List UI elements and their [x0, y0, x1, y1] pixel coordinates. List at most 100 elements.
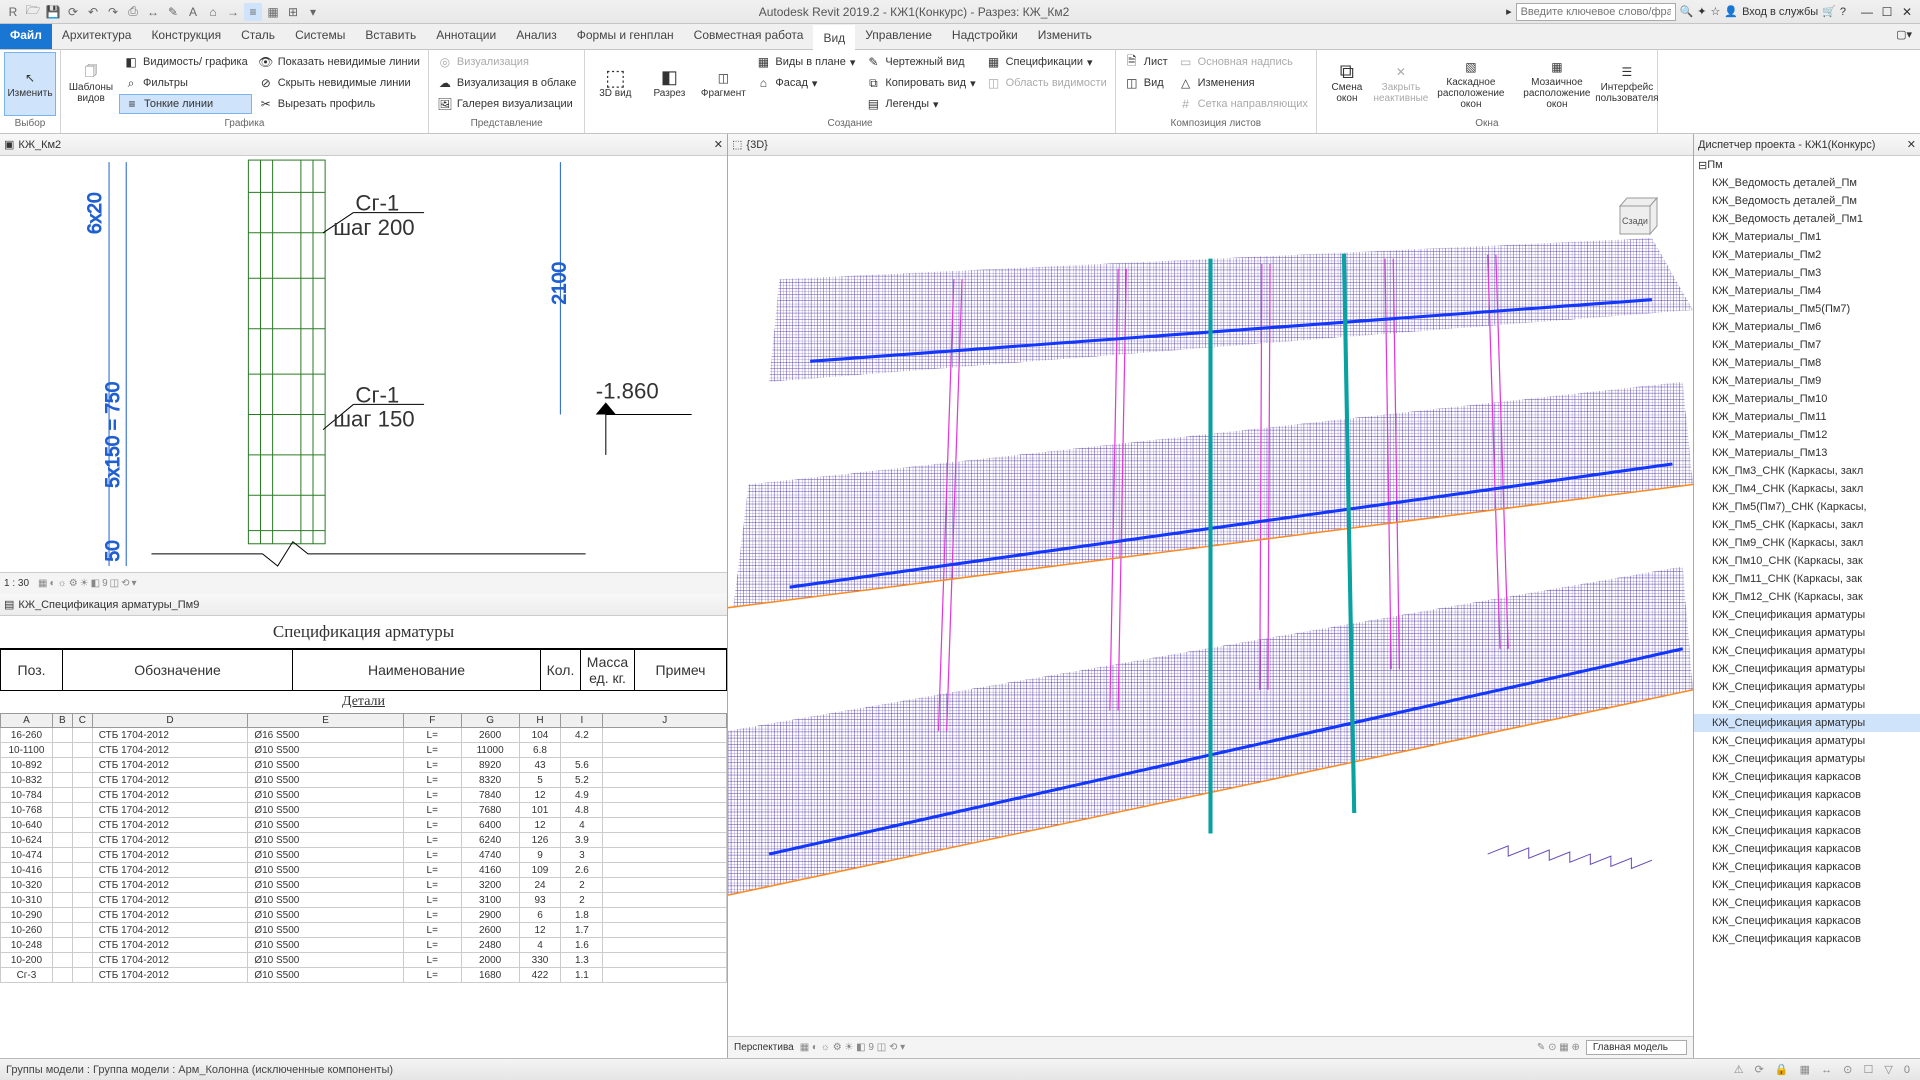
- col-D[interactable]: D: [92, 714, 248, 728]
- tab-аннотации[interactable]: Аннотации: [426, 24, 506, 49]
- table-row[interactable]: 10-474СТБ 1704-2012Ø10 S500L=474093: [1, 848, 727, 863]
- duplicate-view-button[interactable]: ⧉Копировать вид ▾: [861, 73, 979, 93]
- tree-node[interactable]: КЖ_Ведомость деталей_Пм: [1694, 174, 1920, 192]
- switch-icon[interactable]: ⊞: [284, 3, 302, 21]
- modify-button[interactable]: ↖Изменить: [4, 52, 56, 116]
- tree-node[interactable]: КЖ_Пм4_СНК (Каркасы, закл: [1694, 480, 1920, 498]
- col-A[interactable]: A: [1, 714, 53, 728]
- table-row[interactable]: 10-416СТБ 1704-2012Ø10 S500L=41601092.6: [1, 863, 727, 878]
- tree-node[interactable]: КЖ_Материалы_Пм6: [1694, 318, 1920, 336]
- tree-node[interactable]: КЖ_Спецификация арматуры: [1694, 696, 1920, 714]
- show-hidden-button[interactable]: 👁Показать невидимые линии: [254, 52, 424, 72]
- col-C[interactable]: C: [72, 714, 92, 728]
- tree-node[interactable]: КЖ_Материалы_Пм7: [1694, 336, 1920, 354]
- project-browser-tree[interactable]: ⊟ Пм КЖ_Ведомость деталей_Пм КЖ_Ведомость…: [1694, 156, 1920, 1058]
- table-row[interactable]: 10-640СТБ 1704-2012Ø10 S500L=6400124: [1, 818, 727, 833]
- tree-node[interactable]: КЖ_Спецификация арматуры: [1694, 732, 1920, 750]
- open-icon[interactable]: 🗁: [24, 3, 42, 21]
- tree-node[interactable]: КЖ_Материалы_Пм1: [1694, 228, 1920, 246]
- qat-dropdown-icon[interactable]: ▾: [304, 3, 322, 21]
- tab-анализ[interactable]: Анализ: [506, 24, 567, 49]
- sync-icon[interactable]: ⟳: [64, 3, 82, 21]
- tree-node[interactable]: КЖ_Материалы_Пм10: [1694, 390, 1920, 408]
- save-icon[interactable]: 💾: [44, 3, 62, 21]
- comm-icon[interactable]: ✦: [1697, 5, 1706, 18]
- home-icon[interactable]: ⌂: [204, 3, 222, 21]
- tree-node[interactable]: КЖ_Материалы_Пм5(Пм7): [1694, 300, 1920, 318]
- close-button[interactable]: ✕: [1898, 3, 1916, 21]
- drafting-view-button[interactable]: ✎Чертежный вид: [861, 52, 979, 72]
- tree-node[interactable]: КЖ_Ведомость деталей_Пм1: [1694, 210, 1920, 228]
- table-row[interactable]: 10-290СТБ 1704-2012Ø10 S500L=290061.8: [1, 908, 727, 923]
- tab-вставить[interactable]: Вставить: [355, 24, 426, 49]
- table-row[interactable]: 10-892СТБ 1704-2012Ø10 S500L=8920435.6: [1, 758, 727, 773]
- infocenter-arrow-icon[interactable]: ▸: [1506, 5, 1512, 18]
- browser-close-icon[interactable]: ✕: [1907, 138, 1916, 151]
- tree-node[interactable]: КЖ_Пм5_СНК (Каркасы, закл: [1694, 516, 1920, 534]
- cascade-button[interactable]: ▧Каскадное расположение окон: [1429, 52, 1513, 116]
- arrow-icon[interactable]: →: [224, 3, 242, 21]
- tab-архитектура[interactable]: Архитектура: [52, 24, 142, 49]
- tree-node[interactable]: КЖ_Пм11_СНК (Каркасы, зак: [1694, 570, 1920, 588]
- view-templates-button[interactable]: 🗍Шаблоны видов: [65, 52, 117, 116]
- tab-конструкция[interactable]: Конструкция: [141, 24, 231, 49]
- table-row[interactable]: 10-768СТБ 1704-2012Ø10 S500L=76801014.8: [1, 803, 727, 818]
- switch-windows-button[interactable]: ⧉Смена окон: [1321, 52, 1373, 116]
- minimize-button[interactable]: —: [1858, 3, 1876, 21]
- table-row[interactable]: Сг-3СТБ 1704-2012Ø10 S500L=16804221.1: [1, 968, 727, 983]
- tree-node[interactable]: КЖ_Пм12_СНК (Каркасы, зак: [1694, 588, 1920, 606]
- section-close-icon[interactable]: ✕: [714, 138, 723, 151]
- section-button[interactable]: ◧Разрез: [643, 52, 695, 116]
- vg-button[interactable]: ◧Видимость/ графика: [119, 52, 252, 72]
- tree-node[interactable]: КЖ_Спецификация каркасов: [1694, 768, 1920, 786]
- tree-node[interactable]: КЖ_Пм9_СНК (Каркасы, закл: [1694, 534, 1920, 552]
- table-row[interactable]: 10-320СТБ 1704-2012Ø10 S500L=3200242: [1, 878, 727, 893]
- sheet-button[interactable]: 🗎Лист: [1120, 52, 1172, 72]
- measure-icon[interactable]: ↔: [144, 3, 162, 21]
- tree-node[interactable]: КЖ_Спецификация каркасов: [1694, 786, 1920, 804]
- tree-node[interactable]: КЖ_Спецификация каркасов: [1694, 840, 1920, 858]
- table-row[interactable]: 10-784СТБ 1704-2012Ø10 S500L=7840124.9: [1, 788, 727, 803]
- tree-node[interactable]: КЖ_Пм3_СНК (Каркасы, закл: [1694, 462, 1920, 480]
- render-gallery-button[interactable]: 🖼Галерея визуализации: [433, 94, 581, 114]
- tab-изменить[interactable]: Изменить: [1028, 24, 1102, 49]
- hide-hidden-button[interactable]: ⊘Скрыть невидимые линии: [254, 73, 424, 93]
- undo-icon[interactable]: ↶: [84, 3, 102, 21]
- tree-node[interactable]: КЖ_Материалы_Пм3: [1694, 264, 1920, 282]
- tree-node[interactable]: КЖ_Спецификация арматуры: [1694, 678, 1920, 696]
- tree-node[interactable]: КЖ_Материалы_Пм2: [1694, 246, 1920, 264]
- render-cloud-button[interactable]: ☁Визуализация в облаке: [433, 73, 581, 93]
- plan-views-button[interactable]: ▦Виды в плане ▾: [751, 52, 859, 72]
- 3d-control-icons[interactable]: ▦ ◐ ☼ ⚙ ☀ ◧ 9 ◫ ⟲ ▾: [800, 1042, 905, 1053]
- table-row[interactable]: 10-624СТБ 1704-2012Ø10 S500L=62401263.9: [1, 833, 727, 848]
- tree-node[interactable]: КЖ_Спецификация каркасов: [1694, 930, 1920, 948]
- worksharing-icons[interactable]: ✎ ⊙ ▦ ⊕: [1537, 1042, 1580, 1053]
- col-I[interactable]: I: [561, 714, 603, 728]
- tree-node[interactable]: КЖ_Спецификация арматуры: [1694, 624, 1920, 642]
- 3d-view-button[interactable]: ⬚3D вид: [589, 52, 641, 116]
- tree-node[interactable]: КЖ_Спецификация каркасов: [1694, 804, 1920, 822]
- col-H[interactable]: H: [519, 714, 561, 728]
- tab-вид[interactable]: Вид: [813, 25, 855, 50]
- tree-node[interactable]: КЖ_Материалы_Пм8: [1694, 354, 1920, 372]
- tree-node[interactable]: КЖ_Спецификация каркасов: [1694, 894, 1920, 912]
- status-icons[interactable]: ⚠ ⟳ 🔒 ▦ ↔ ⊙ ☐ ▽ 0: [1734, 1063, 1914, 1076]
- tree-node-root[interactable]: ⊟ Пм: [1694, 156, 1920, 174]
- tree-node[interactable]: КЖ_Спецификация каркасов: [1694, 822, 1920, 840]
- tab-сталь[interactable]: Сталь: [231, 24, 285, 49]
- tab-надстройки[interactable]: Надстройки: [942, 24, 1028, 49]
- tab-управление[interactable]: Управление: [855, 24, 942, 49]
- col-J[interactable]: J: [603, 714, 727, 728]
- revisions-button[interactable]: △Изменения: [1174, 73, 1312, 93]
- tab-совместная работа[interactable]: Совместная работа: [684, 24, 814, 49]
- 3d-view-pane[interactable]: Сзади Перспектива ▦ ◐ ☼ ⚙ ☀ ◧ 9 ◫ ⟲ ▾ ✎ …: [728, 156, 1693, 1058]
- 3d-canvas[interactable]: [728, 156, 1693, 1049]
- ribbon-minimize-icon[interactable]: ▢▾: [1888, 24, 1920, 49]
- thin-lines-icon[interactable]: ≡: [244, 3, 262, 21]
- maximize-button[interactable]: ☐: [1878, 3, 1896, 21]
- tree-node[interactable]: КЖ_Материалы_Пм4: [1694, 282, 1920, 300]
- signin-icon[interactable]: 👤: [1724, 5, 1738, 18]
- elevation-button[interactable]: ⌂Фасад ▾: [751, 73, 859, 93]
- fav-icon[interactable]: ☆: [1711, 5, 1721, 18]
- tree-node[interactable]: КЖ_Спецификация арматуры: [1694, 660, 1920, 678]
